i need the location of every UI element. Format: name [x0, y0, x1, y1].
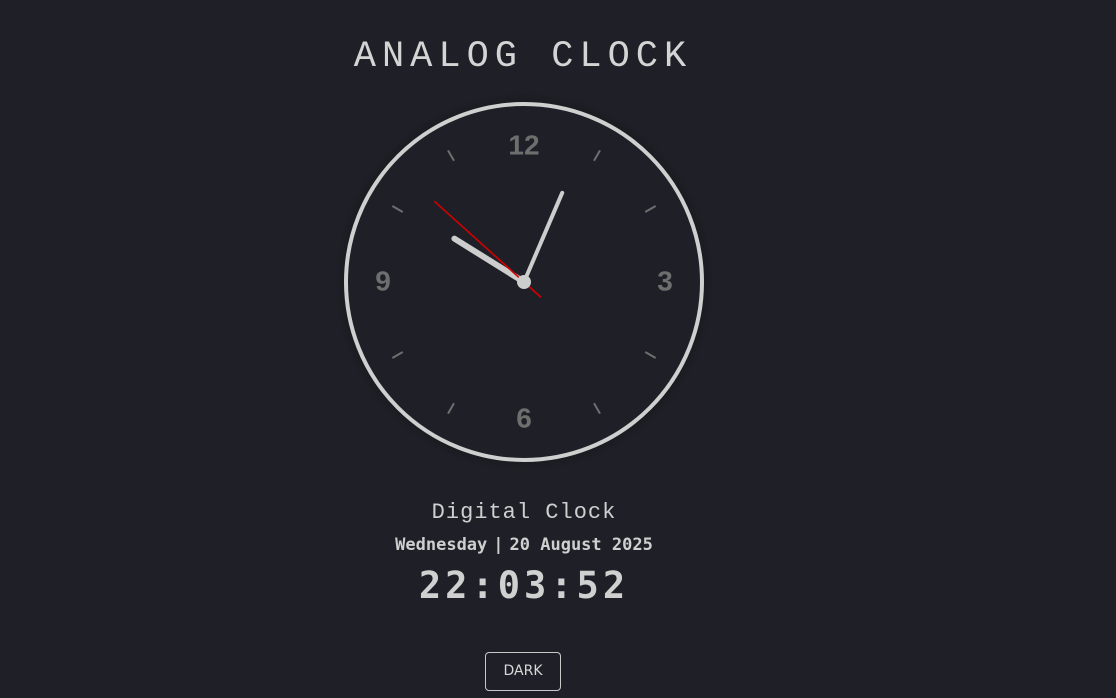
date-text: 20 August 2025 [509, 535, 653, 555]
page-title: ANALOG CLOCK [353, 36, 693, 78]
digital-clock-label: Digital Clock [431, 500, 617, 525]
center-pin [517, 275, 531, 289]
digital-time: 22:03:52 [418, 564, 630, 607]
date-display: Wednesday | 20 August 2025 [0, 535, 1048, 555]
numeral-9: 9 [375, 265, 391, 296]
theme-toggle-button[interactable]: DARK [485, 652, 561, 691]
numeral-6: 6 [516, 402, 532, 433]
numeral-3: 3 [657, 265, 673, 296]
analog-clock: 12 3 6 9 [334, 92, 714, 472]
date-separator: | [493, 535, 504, 555]
weekday: Wednesday [395, 535, 488, 555]
clock-page: ANALOG CLOCK 12 3 6 9 Digital Clock Wedn… [0, 0, 1116, 698]
numeral-12: 12 [508, 129, 539, 160]
